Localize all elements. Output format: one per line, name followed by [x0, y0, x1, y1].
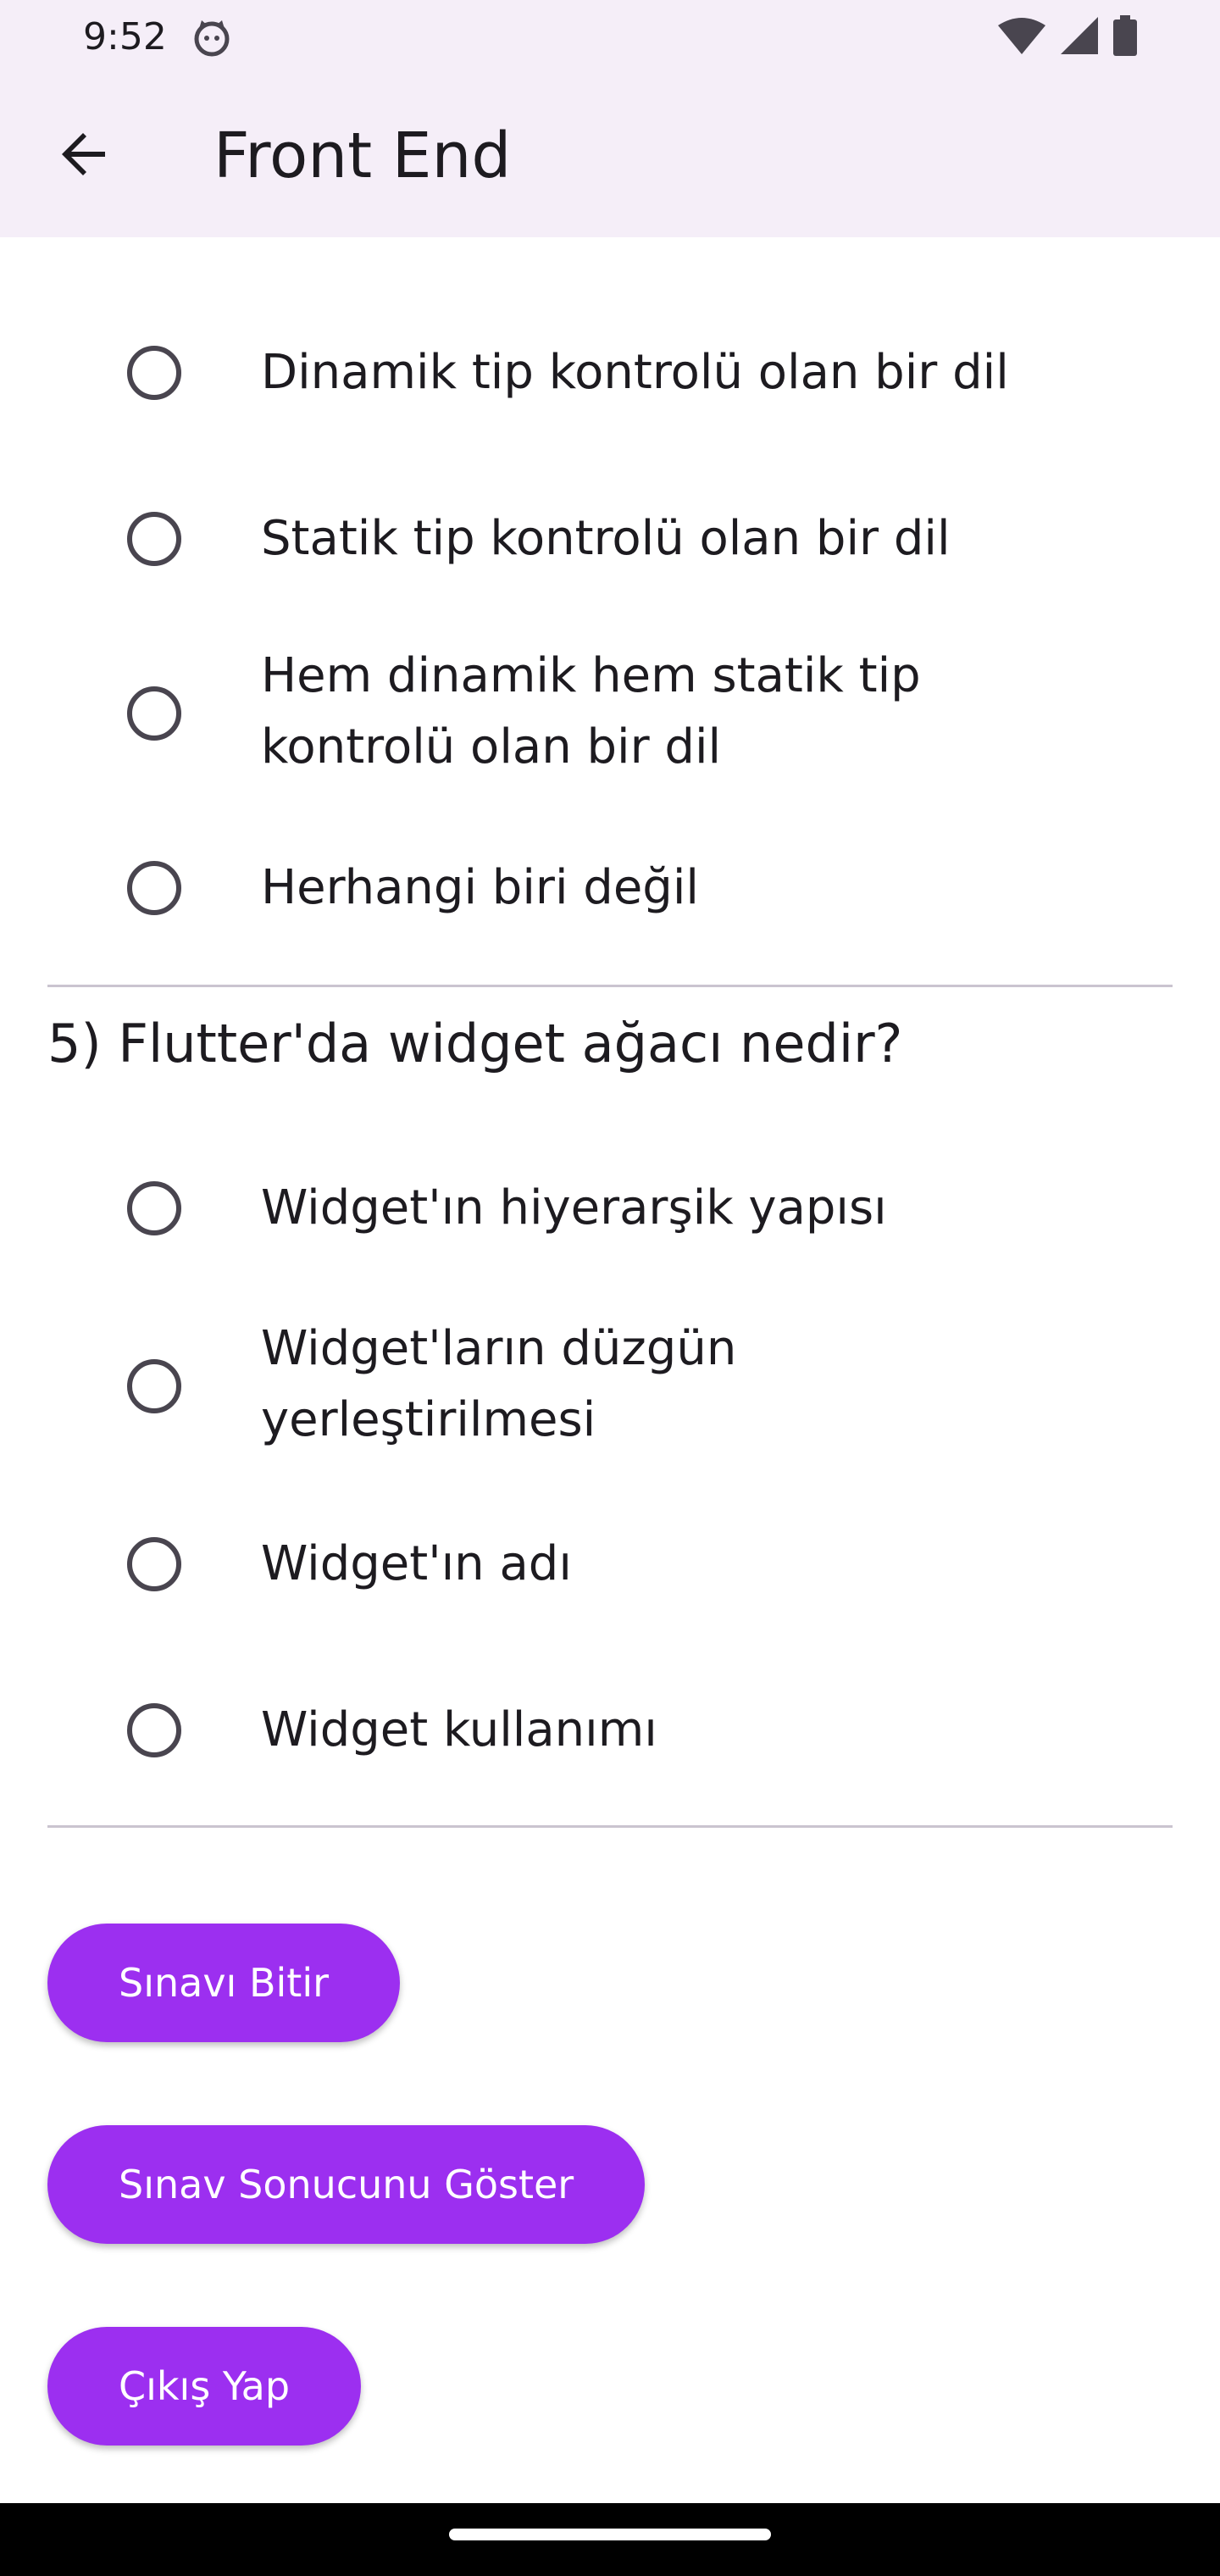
exit-button[interactable]: Çıkış Yap	[47, 2327, 362, 2446]
option-label: Widget'ın adı	[261, 1536, 572, 1591]
radio-unselected-icon[interactable]	[127, 346, 181, 400]
cellular-signal-icon	[1061, 17, 1098, 58]
radio-unselected-icon[interactable]	[127, 861, 181, 915]
status-bar: 9:52	[0, 0, 1220, 75]
radio-unselected-icon[interactable]	[127, 512, 181, 566]
radio-unselected-icon[interactable]	[127, 1181, 181, 1235]
system-nav-bar	[0, 2503, 1220, 2576]
answer-option[interactable]: Herhangi biri değil	[0, 837, 1220, 939]
answer-option[interactable]: Widget'ın hiyerarşik yapısı	[0, 1158, 1220, 1259]
arrow-left-icon	[58, 127, 112, 185]
cat-face-icon	[191, 17, 232, 58]
option-label: Herhangi biri değil	[261, 860, 699, 915]
radio-unselected-icon[interactable]	[127, 1703, 181, 1757]
radio-unselected-icon[interactable]	[127, 686, 181, 741]
option-label: Widget'ların düzgün yerleştirilmesi	[261, 1321, 737, 1447]
page-title: Front End	[214, 119, 512, 192]
option-label: Widget'ın hiyerarşik yapısı	[261, 1180, 887, 1235]
answer-option[interactable]: Widget'ın adı	[0, 1513, 1220, 1615]
answer-option[interactable]: Dinamik tip kontrolü olan bir dil	[0, 322, 1220, 424]
divider	[47, 985, 1173, 987]
divider	[47, 1825, 1173, 1828]
answer-option[interactable]: Widget kullanımı	[0, 1679, 1220, 1781]
show-result-button[interactable]: Sınav Sonucunu Göster	[47, 2125, 646, 2244]
answer-option[interactable]: Hem dinamik hem statik tip kontrolü olan…	[0, 629, 1220, 798]
option-label: Statik tip kontrolü olan bir dil	[261, 511, 951, 566]
app-bar: Front End	[0, 75, 1220, 237]
answer-option[interactable]: Statik tip kontrolü olan bir dil	[0, 488, 1220, 590]
back-button[interactable]	[41, 112, 129, 200]
status-time: 9:52	[83, 15, 167, 58]
radio-unselected-icon[interactable]	[127, 1359, 181, 1413]
option-label: Hem dinamik hem statik tip kontrolü olan…	[261, 648, 921, 774]
radio-unselected-icon[interactable]	[127, 1537, 181, 1591]
home-gesture-handle[interactable]	[449, 2529, 771, 2540]
finish-exam-button[interactable]: Sınavı Bitir	[47, 1924, 401, 2042]
battery-icon	[1113, 15, 1137, 59]
wifi-icon	[998, 17, 1045, 58]
status-icons	[998, 15, 1137, 59]
answer-option[interactable]: Widget'ların düzgün yerleştirilmesi	[0, 1302, 1220, 1471]
option-label: Widget kullanımı	[261, 1702, 657, 1757]
option-label: Dinamik tip kontrolü olan bir dil	[261, 345, 1009, 400]
question-title: 5) Flutter'da widget ağacı nedir?	[47, 1013, 903, 1074]
